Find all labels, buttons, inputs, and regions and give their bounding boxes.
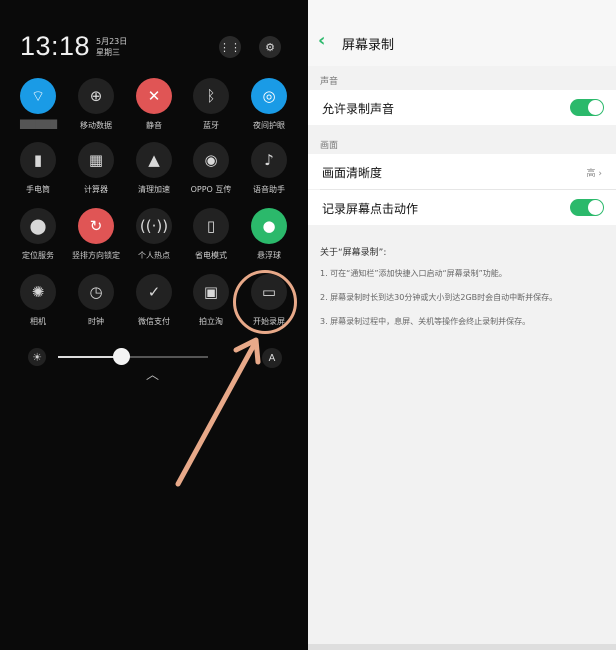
allow-audio-toggle[interactable]: [570, 99, 604, 116]
screenshot-root: 13:18 5月23日 星期三 ⋮⋮ ⚙ ⌔ ███████ ⊕ 移动数据 ✕ 静音 ᛒ 蓝牙…: [0, 0, 616, 650]
about-section: 关于“屏幕录制”: 1. 可在“通知栏”添加快捷入口启动“屏幕录制”功能。 2.…: [320, 245, 608, 340]
allow-audio-label: 允许录制声音: [322, 102, 395, 116]
toggle-knob: [588, 200, 603, 215]
clarity-value-text: 高: [586, 169, 596, 179]
quick-settings-panel: 13:18 5月23日 星期三 ⋮⋮ ⚙ ⌔ ███████ ⊕ 移动数据 ✕ 静音 ᛒ 蓝牙…: [0, 0, 308, 650]
back-chevron-icon[interactable]: ‹: [318, 30, 325, 51]
record-taps-row[interactable]: 记录屏幕点击动作: [308, 190, 616, 225]
page-title: 屏幕录制: [342, 38, 395, 53]
clarity-value: 高 ›: [587, 166, 603, 179]
about-item: 3. 屏幕录制过程中，息屏、关机等操作会终止录制并保存。: [320, 317, 531, 326]
allow-audio-row[interactable]: 允许录制声音: [308, 90, 616, 125]
section-screen-header: 画面: [320, 141, 339, 151]
annotation-arrow: [175, 337, 261, 487]
top-bar: ‹ 屏幕录制: [308, 0, 616, 66]
clarity-row[interactable]: 画面清晰度 高 ›: [308, 154, 616, 189]
section-audio-header: 声音: [320, 77, 339, 87]
nav-bar-edge: [308, 644, 616, 650]
about-item: 1. 可在“通知栏”添加快捷入口启动“屏幕录制”功能。: [320, 269, 507, 278]
screen-record-settings-page: ‹ 屏幕录制 声音 允许录制声音 画面 画面清晰度 高 › 记录屏幕点击动作 关…: [308, 0, 616, 650]
chevron-right-icon: ›: [598, 169, 602, 179]
about-title: 关于“屏幕录制”:: [320, 248, 387, 258]
clarity-label: 画面清晰度: [322, 166, 383, 180]
record-taps-label: 记录屏幕点击动作: [322, 202, 419, 216]
toggle-knob: [588, 100, 603, 115]
record-taps-toggle[interactable]: [570, 199, 604, 216]
about-item: 2. 屏幕录制时长到达30分钟或大小到达2GB时会自动中断并保存。: [320, 293, 558, 302]
